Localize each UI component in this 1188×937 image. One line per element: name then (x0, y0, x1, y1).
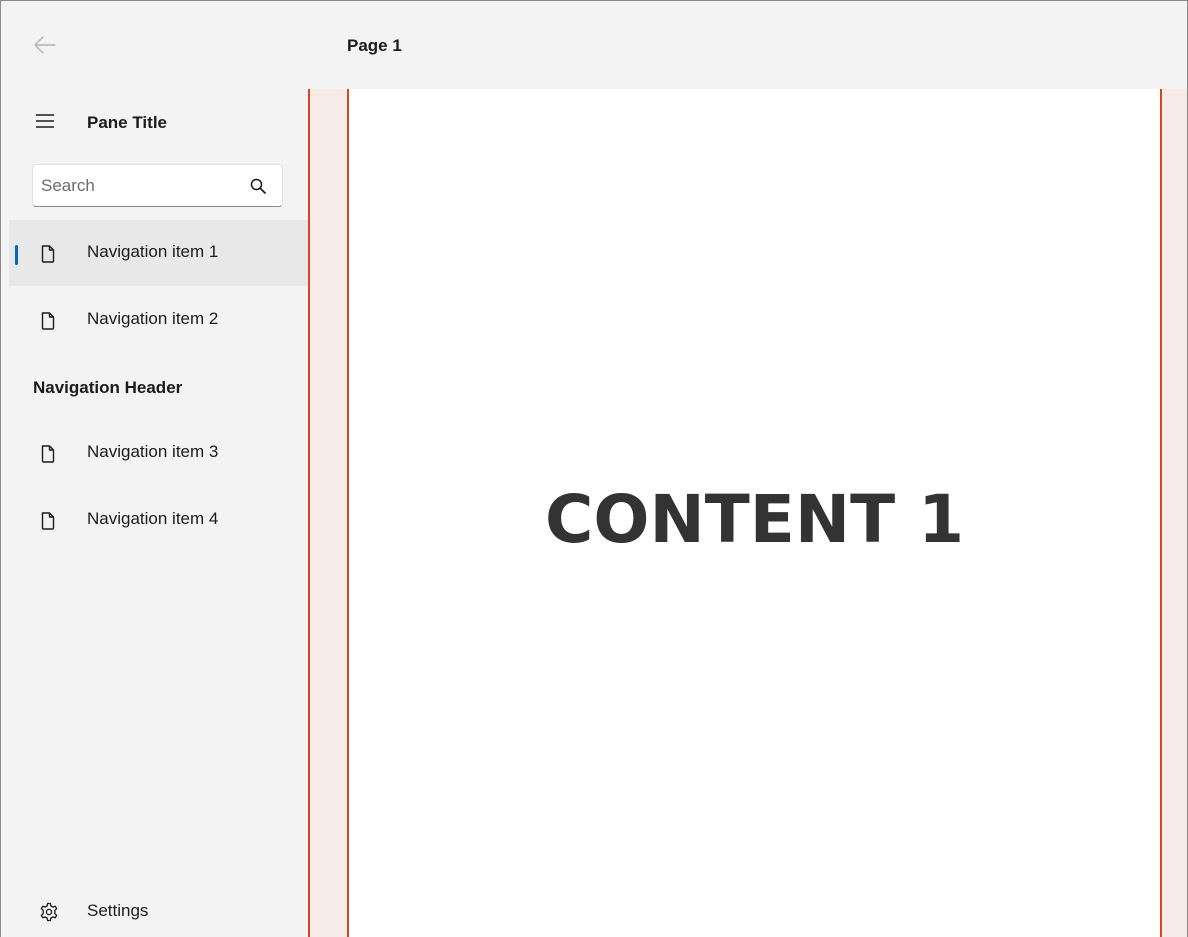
document-icon (39, 444, 57, 464)
content-heading: CONTENT 1 (544, 481, 965, 558)
pane-toggle-button[interactable] (27, 107, 63, 139)
nav-item-1[interactable]: Navigation item 1 (9, 220, 308, 286)
back-button[interactable] (27, 30, 63, 64)
page-title: Page 1 (347, 36, 402, 55)
search-input[interactable] (41, 165, 241, 206)
settings-label: Settings (87, 901, 149, 920)
pane-header: Pane Title (1, 89, 308, 155)
pane-title: Pane Title (87, 113, 167, 132)
content-page: CONTENT 1 (347, 89, 1162, 937)
nav-item-3[interactable]: Navigation item 3 (9, 420, 308, 486)
navigation-header: Navigation Header (33, 378, 183, 397)
nav-item-label: Navigation item 4 (87, 509, 219, 528)
nav-item-label: Navigation item 1 (87, 242, 219, 261)
hamburger-icon (36, 113, 54, 133)
search-icon[interactable] (247, 175, 269, 197)
title-bar: Page 1 (1, 1, 1187, 89)
nav-item-label: Navigation item 2 (87, 309, 219, 328)
nav-item-2[interactable]: Navigation item 2 (9, 287, 308, 353)
settings-button[interactable]: Settings (9, 879, 308, 937)
app-window: Page 1 Pane Title Search Navigation item… (0, 0, 1188, 937)
document-icon (39, 311, 57, 331)
selection-indicator (15, 245, 18, 265)
navigation-pane: Pane Title Navigation item 1 (1, 89, 308, 937)
nav-item-label: Navigation item 3 (87, 442, 219, 461)
nav-item-4[interactable]: Navigation item 4 (9, 487, 308, 553)
arrow-left-icon (34, 35, 56, 59)
document-icon (39, 244, 57, 264)
document-icon (39, 511, 57, 531)
gear-icon (39, 902, 59, 922)
search-box (32, 164, 283, 207)
content-frame: CONTENT 1 (308, 89, 1187, 937)
